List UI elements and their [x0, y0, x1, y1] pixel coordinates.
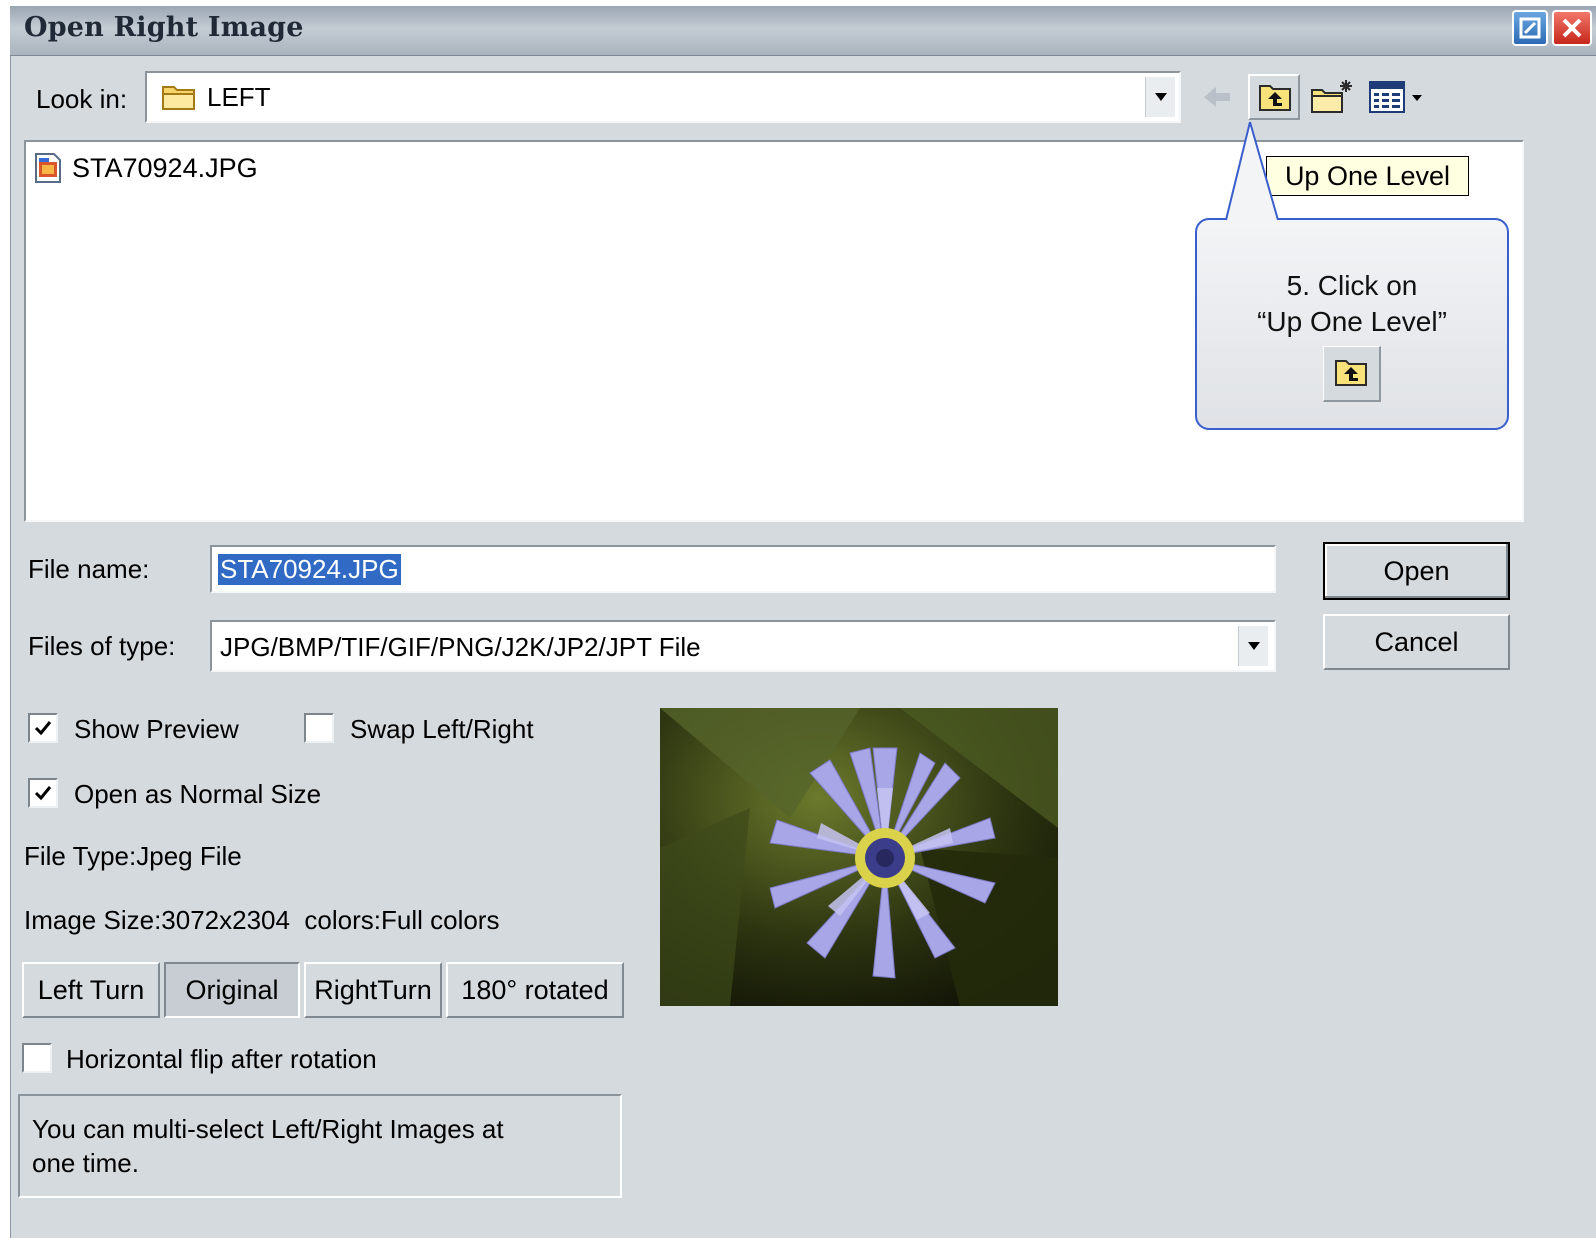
- info-note-box: You can multi-select Left/Right Images a…: [18, 1094, 622, 1198]
- files-of-type-value: JPG/BMP/TIF/GIF/PNG/J2K/JP2/JPT File: [220, 632, 701, 662]
- callout-up-button-illustration: [1323, 346, 1381, 402]
- image-preview: [660, 708, 1058, 1006]
- file-name-text: STA70924.JPG: [72, 152, 258, 183]
- checkmark-icon: [34, 721, 52, 736]
- chevron-down-icon: [1154, 93, 1167, 101]
- jpg-file-icon: [35, 153, 61, 183]
- new-folder-button[interactable]: [1310, 78, 1356, 116]
- swap-left-right-label: Swap Left/Right: [350, 714, 534, 744]
- rotate-180-button[interactable]: 180° rotated: [446, 962, 624, 1018]
- file-name-value: STA70924.JPG: [218, 554, 401, 585]
- show-preview-checkbox[interactable]: [28, 713, 58, 743]
- swap-left-right-checkbox[interactable]: [304, 713, 334, 743]
- checkmark-icon: [34, 786, 52, 801]
- chevron-down-icon: [1247, 642, 1260, 650]
- file-name-label: File name:: [28, 554, 150, 584]
- open-normal-size-label: Open as Normal Size: [74, 779, 322, 809]
- image-size-info: Image Size:3072x2304 colors:Full colors: [24, 905, 500, 935]
- close-button[interactable]: [1552, 10, 1592, 46]
- callout-text: 5. Click on “Up One Level”: [1195, 268, 1509, 340]
- left-turn-button[interactable]: Left Turn: [22, 962, 160, 1018]
- restore-icon: [1519, 17, 1541, 39]
- list-item[interactable]: STA70924.JPG: [34, 150, 258, 186]
- files-of-type-label: Files of type:: [28, 631, 176, 661]
- file-type-info: File Type:Jpeg File: [24, 841, 242, 871]
- horizontal-flip-checkbox[interactable]: [22, 1043, 52, 1073]
- show-preview-label: Show Preview: [74, 714, 239, 744]
- callout-line-2: “Up One Level”: [1257, 306, 1447, 337]
- water-lily-image: [660, 708, 1058, 1006]
- look-in-value: LEFT: [207, 82, 271, 112]
- cancel-button[interactable]: Cancel: [1323, 614, 1510, 670]
- look-in-combo[interactable]: LEFT: [145, 71, 1181, 123]
- horizontal-flip-label: Horizontal flip after rotation: [66, 1044, 377, 1074]
- open-normal-size-checkbox[interactable]: [28, 778, 58, 808]
- window-title: Open Right Image: [24, 12, 304, 43]
- files-of-type-dropdown-button[interactable]: [1238, 626, 1268, 666]
- files-of-type-combo[interactable]: JPG/BMP/TIF/GIF/PNG/J2K/JP2/JPT File: [210, 620, 1276, 672]
- callout-line-1: 5. Click on: [1286, 270, 1418, 301]
- back-button[interactable]: [1198, 82, 1236, 112]
- look-in-dropdown-button[interactable]: [1145, 77, 1175, 117]
- up-one-level-button[interactable]: [1248, 74, 1300, 120]
- look-in-label: Look in:: [36, 84, 128, 114]
- close-icon: [1562, 18, 1582, 38]
- view-menu-button[interactable]: [1368, 78, 1432, 116]
- new-folder-icon: [1311, 80, 1352, 113]
- file-name-input[interactable]: STA70924.JPG: [210, 545, 1276, 593]
- back-icon: [1204, 87, 1230, 107]
- maximize-button[interactable]: [1512, 10, 1548, 46]
- up-one-level-icon: [1335, 360, 1367, 386]
- original-button[interactable]: Original: [164, 962, 300, 1018]
- open-button[interactable]: Open: [1323, 542, 1510, 600]
- right-turn-button[interactable]: RightTurn: [304, 962, 442, 1018]
- view-menu-icon: [1369, 81, 1422, 113]
- folder-icon: [161, 81, 197, 116]
- up-one-level-icon: [1259, 85, 1291, 111]
- info-note-text: You can multi-select Left/Right Images a…: [32, 1114, 504, 1178]
- callout-pointer: [1225, 121, 1279, 221]
